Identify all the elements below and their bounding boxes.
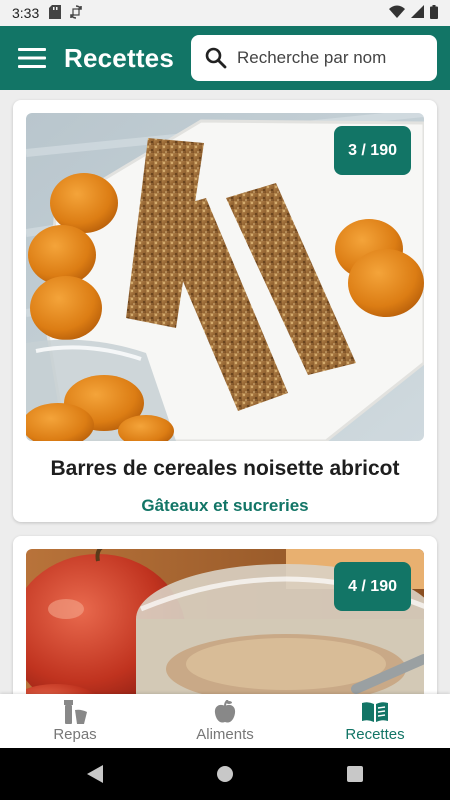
home-icon xyxy=(217,766,233,782)
menu-button[interactable] xyxy=(12,38,52,78)
page-title: Recettes xyxy=(64,42,174,73)
apple-icon xyxy=(214,699,236,724)
back-icon xyxy=(87,765,103,783)
recents-button[interactable] xyxy=(340,759,370,789)
recipe-category: Gâteaux et sucreries xyxy=(141,496,309,515)
nav-item-recettes[interactable]: Recettes xyxy=(300,694,450,748)
search-box[interactable] xyxy=(191,35,437,81)
nav-item-repas[interactable]: Repas xyxy=(0,694,150,748)
recipe-counter-badge: 3 / 190 xyxy=(334,126,411,175)
hamburger-menu-icon xyxy=(18,48,46,68)
bottom-navigation: Repas Aliments Recettes xyxy=(0,694,450,748)
back-button[interactable] xyxy=(80,759,110,789)
recipe-photo: 3 / 190 xyxy=(26,113,424,441)
status-time: 3:33 xyxy=(12,5,40,21)
status-bar: 3:33 xyxy=(0,0,450,26)
book-icon xyxy=(361,700,389,724)
recipe-counter-badge: 4 / 190 xyxy=(334,562,411,611)
signal-icon xyxy=(411,5,424,21)
recipe-card[interactable]: 4 / 190 xyxy=(13,536,437,694)
battery-icon xyxy=(430,4,438,22)
wifi-icon xyxy=(389,5,405,21)
meal-icon xyxy=(62,699,88,724)
app-bar: Recettes xyxy=(0,26,450,90)
status-icons-right xyxy=(389,4,438,22)
nav-label-recettes: Recettes xyxy=(345,725,405,743)
sd-card-icon xyxy=(49,4,62,22)
system-navigation-bar xyxy=(0,748,450,800)
sync-icon xyxy=(69,4,83,22)
recipe-photo: 4 / 190 xyxy=(26,549,424,694)
app-screen: 3:33 Recettes Recherche par nom 3 / 190 … xyxy=(0,0,450,800)
status-icons-left xyxy=(49,4,83,22)
recipe-title: Barres de cereales noisette abricot xyxy=(50,457,400,480)
search-icon xyxy=(205,47,227,69)
recipe-list[interactable]: 3 / 190 Barres de cereales noisette abri… xyxy=(0,90,450,694)
home-button[interactable] xyxy=(210,759,240,789)
recipe-card[interactable]: 3 / 190 Barres de cereales noisette abri… xyxy=(13,100,437,522)
search-input[interactable] xyxy=(237,48,417,68)
nav-label-aliments: Aliments xyxy=(196,725,254,743)
nav-item-aliments[interactable]: Aliments xyxy=(150,694,300,748)
recents-icon xyxy=(347,766,363,782)
nav-label-repas: Repas xyxy=(53,725,97,743)
